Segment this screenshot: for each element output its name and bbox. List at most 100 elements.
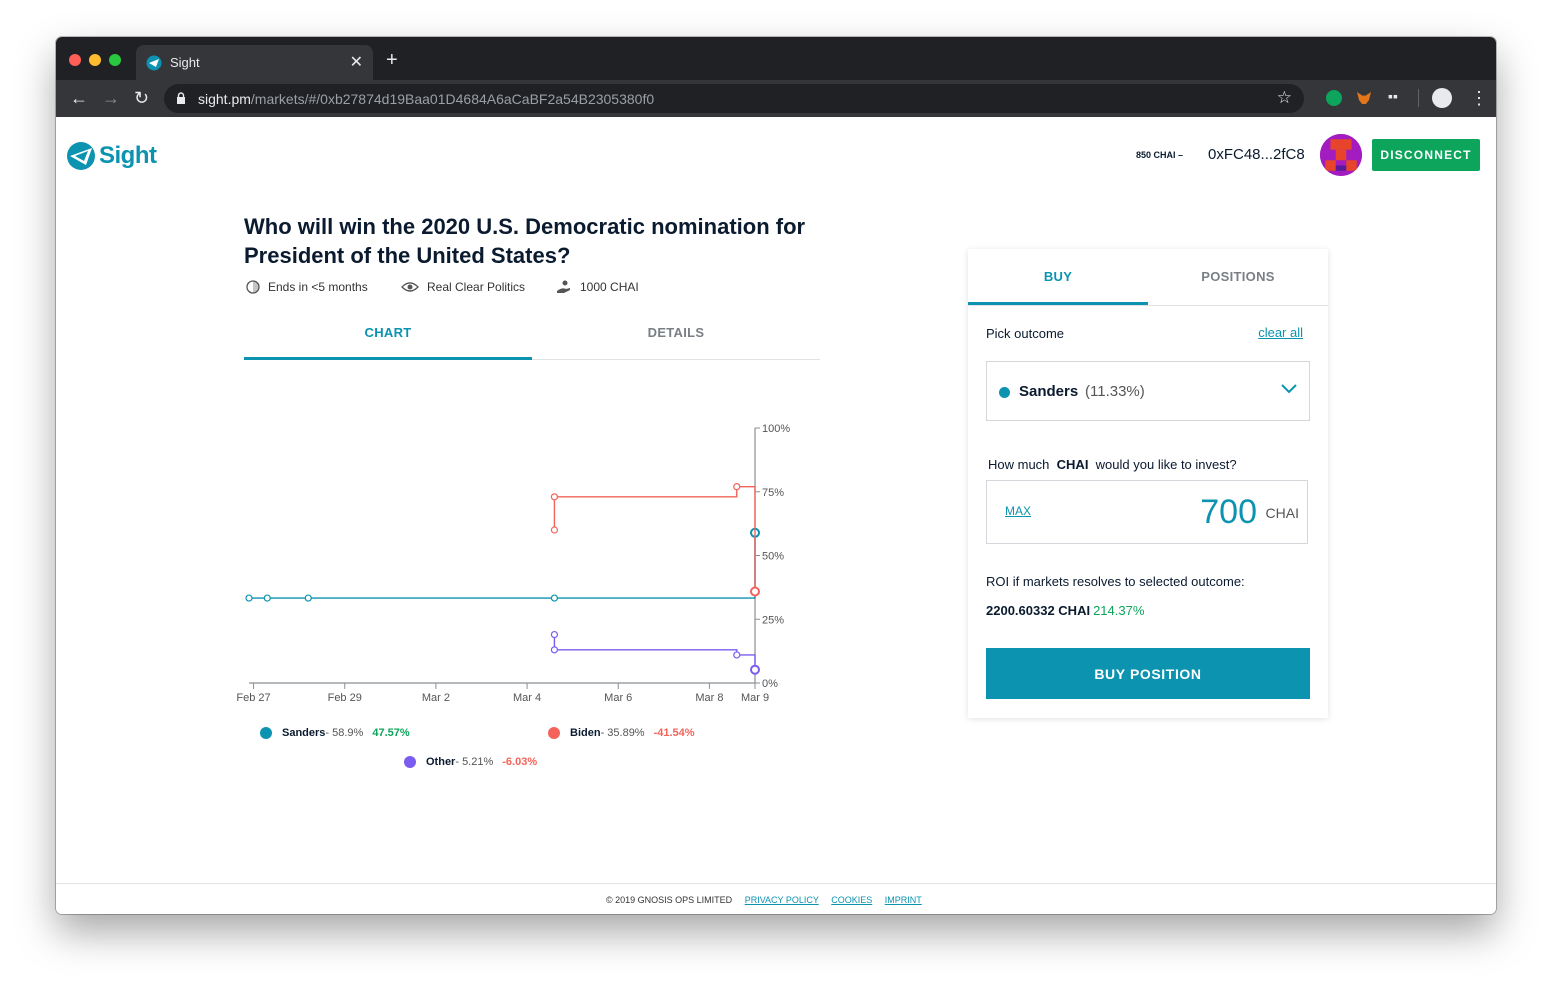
browser-menu-icon[interactable]: ⋮: [1470, 88, 1488, 108]
wallet-avatar[interactable]: [1320, 134, 1362, 176]
sight-logo-icon: [67, 142, 95, 170]
active-tab-underline: [244, 357, 532, 360]
profile-avatar-icon[interactable]: [1432, 88, 1452, 108]
market-volume-text: 1000 CHAI: [580, 280, 639, 294]
legend-other: Other - 5.21% -6.03%: [404, 756, 537, 768]
back-icon[interactable]: ←: [70, 88, 88, 108]
amount-value[interactable]: 700: [1200, 493, 1257, 532]
data-point-sanders: [550, 594, 559, 602]
data-point-biden: [550, 526, 559, 534]
data-point-other: [550, 630, 559, 639]
panel-tab-divider: [968, 305, 1328, 306]
data-point-sanders: [304, 594, 312, 602]
legend-sanders-dot: [260, 727, 272, 739]
sight-logo[interactable]: Sight: [66, 139, 157, 173]
tab-bar: Sight ✕ +: [56, 37, 1496, 80]
legend-biden: Biden - 35.89% -41.54%: [548, 727, 695, 739]
series-line-other: [553, 634, 756, 670]
market-oracle-text: Real Clear Politics: [427, 280, 526, 294]
legend-sanders-name: Sanders: [282, 727, 326, 739]
tab-details[interactable]: DETAILS: [532, 325, 820, 340]
metamask-fox-icon[interactable]: [1356, 90, 1372, 106]
browser-tab[interactable]: Sight ✕: [136, 45, 373, 80]
tab-buy[interactable]: BUY: [968, 269, 1148, 284]
hand-coin-icon: [557, 280, 570, 293]
buy-position-button[interactable]: BUY POSITION: [986, 648, 1310, 699]
legend-other-value: - 5.21%: [455, 756, 494, 768]
buy-panel: BUY POSITIONS Pick outcome clear all San…: [968, 249, 1328, 718]
clear-all-link[interactable]: clear all: [1258, 325, 1303, 340]
data-point-other: [550, 646, 559, 654]
disconnect-button[interactable]: DISCONNECT: [1372, 139, 1480, 171]
y-tick-label: 75%: [762, 487, 784, 499]
reload-icon[interactable]: ↻: [134, 88, 149, 108]
legend-sanders-change: 47.57%: [372, 727, 410, 739]
legend-biden-change: -41.54%: [653, 727, 695, 739]
chai-balance: 850 CHAI –: [1136, 150, 1184, 160]
data-point-biden: [733, 483, 741, 491]
x-tick-label: Mar 2: [422, 692, 450, 704]
tab-title: Sight: [170, 55, 200, 70]
new-tab-button[interactable]: +: [386, 50, 398, 70]
selected-outcome-prob: (11.33%): [1085, 383, 1145, 400]
legend-biden-name: Biden: [570, 727, 601, 739]
wallet-address: 0xFC48...2fC8: [1208, 146, 1305, 163]
minimize-window-button[interactable]: [89, 54, 101, 66]
toolbar-divider: [1418, 89, 1419, 107]
data-point-sanders: [245, 594, 253, 602]
x-tick-label: Mar 9: [741, 692, 769, 704]
legend-biden-value: - 35.89%: [600, 727, 645, 739]
outcome-select[interactable]: Sanders (11.33%): [986, 361, 1310, 421]
max-link[interactable]: MAX: [1005, 504, 1031, 518]
y-tick-label: 50%: [762, 551, 784, 563]
sight-favicon-icon: [146, 55, 162, 71]
clock-icon: [246, 280, 260, 294]
page-content: Sight 850 CHAI – 0xFC48...2fC8 DISCONNEC…: [56, 117, 1496, 914]
extension-green-icon[interactable]: [1326, 90, 1342, 106]
market-volume: 1000 CHAI: [556, 280, 639, 294]
address-bar[interactable]: sight.pm/markets/#/0xb27874d19Baa01D4684…: [164, 84, 1304, 113]
lock-icon: [177, 92, 185, 104]
bookmark-star-icon[interactable]: ☆: [1277, 88, 1292, 108]
forward-icon[interactable]: →: [102, 88, 120, 108]
imprint-link[interactable]: IMPRINT: [885, 895, 922, 905]
chevron-down-icon[interactable]: [1281, 384, 1297, 394]
url-text: sight.pm/markets/#/0xb27874d19Baa01D4684…: [198, 91, 655, 107]
legend-other-name: Other: [426, 756, 456, 768]
tab-positions[interactable]: POSITIONS: [1148, 269, 1328, 284]
pick-outcome-label: Pick outcome: [986, 326, 1065, 341]
data-point-other: [750, 664, 760, 675]
y-tick-label: 100%: [762, 423, 790, 435]
close-window-button[interactable]: [69, 54, 81, 66]
x-tick-label: Mar 4: [513, 692, 541, 704]
cookies-link[interactable]: COOKIES: [831, 895, 872, 905]
probability-chart: 100% 75% 50% 25% 0% Feb 27 Feb 29 Mar 2 Mar 4 Mar…: [236, 423, 790, 704]
amount-input[interactable]: MAX 700 CHAI: [986, 480, 1308, 544]
footer: © 2019 GNOSIS OPS LIMITED PRIVACY POLICY…: [56, 883, 1496, 914]
x-tick-label: Mar 8: [695, 692, 723, 704]
panel-active-tab-underline: [968, 302, 1148, 305]
legend-other-dot: [404, 756, 416, 768]
maximize-window-button[interactable]: [109, 54, 121, 66]
y-tick-label: 25%: [762, 614, 784, 626]
selected-outcome-name: Sanders: [1019, 383, 1079, 400]
data-point-other: [733, 651, 741, 659]
legend-sanders-value: - 58.9%: [325, 727, 364, 739]
data-point-sanders: [263, 594, 271, 602]
browser-toolbar: ← → ↻ sight.pm/markets/#/0xb27874d19Baa0…: [56, 80, 1496, 117]
tab-chart[interactable]: CHART: [244, 325, 532, 340]
market-end-text: Ends in <5 months: [268, 280, 368, 294]
privacy-policy-link[interactable]: PRIVACY POLICY: [745, 895, 819, 905]
roi-value: 2200.60332 CHAI 214.37%: [986, 603, 1145, 618]
x-tick-label: Mar 6: [604, 692, 632, 704]
data-point-biden: [550, 493, 559, 501]
extension-glasses-icon[interactable]: ▪▪: [1388, 88, 1404, 104]
legend-biden-dot: [548, 727, 560, 739]
outcome-color-dot: [999, 387, 1010, 398]
close-tab-icon[interactable]: ✕: [350, 52, 363, 72]
y-tick-label: 0%: [762, 678, 778, 690]
legend-sanders: Sanders - 58.9% 47.57%: [260, 727, 410, 739]
copyright-text: © 2019 GNOSIS OPS LIMITED: [606, 895, 733, 905]
x-tick-label: Feb 29: [328, 692, 362, 704]
x-tick-label: Feb 27: [236, 692, 270, 704]
